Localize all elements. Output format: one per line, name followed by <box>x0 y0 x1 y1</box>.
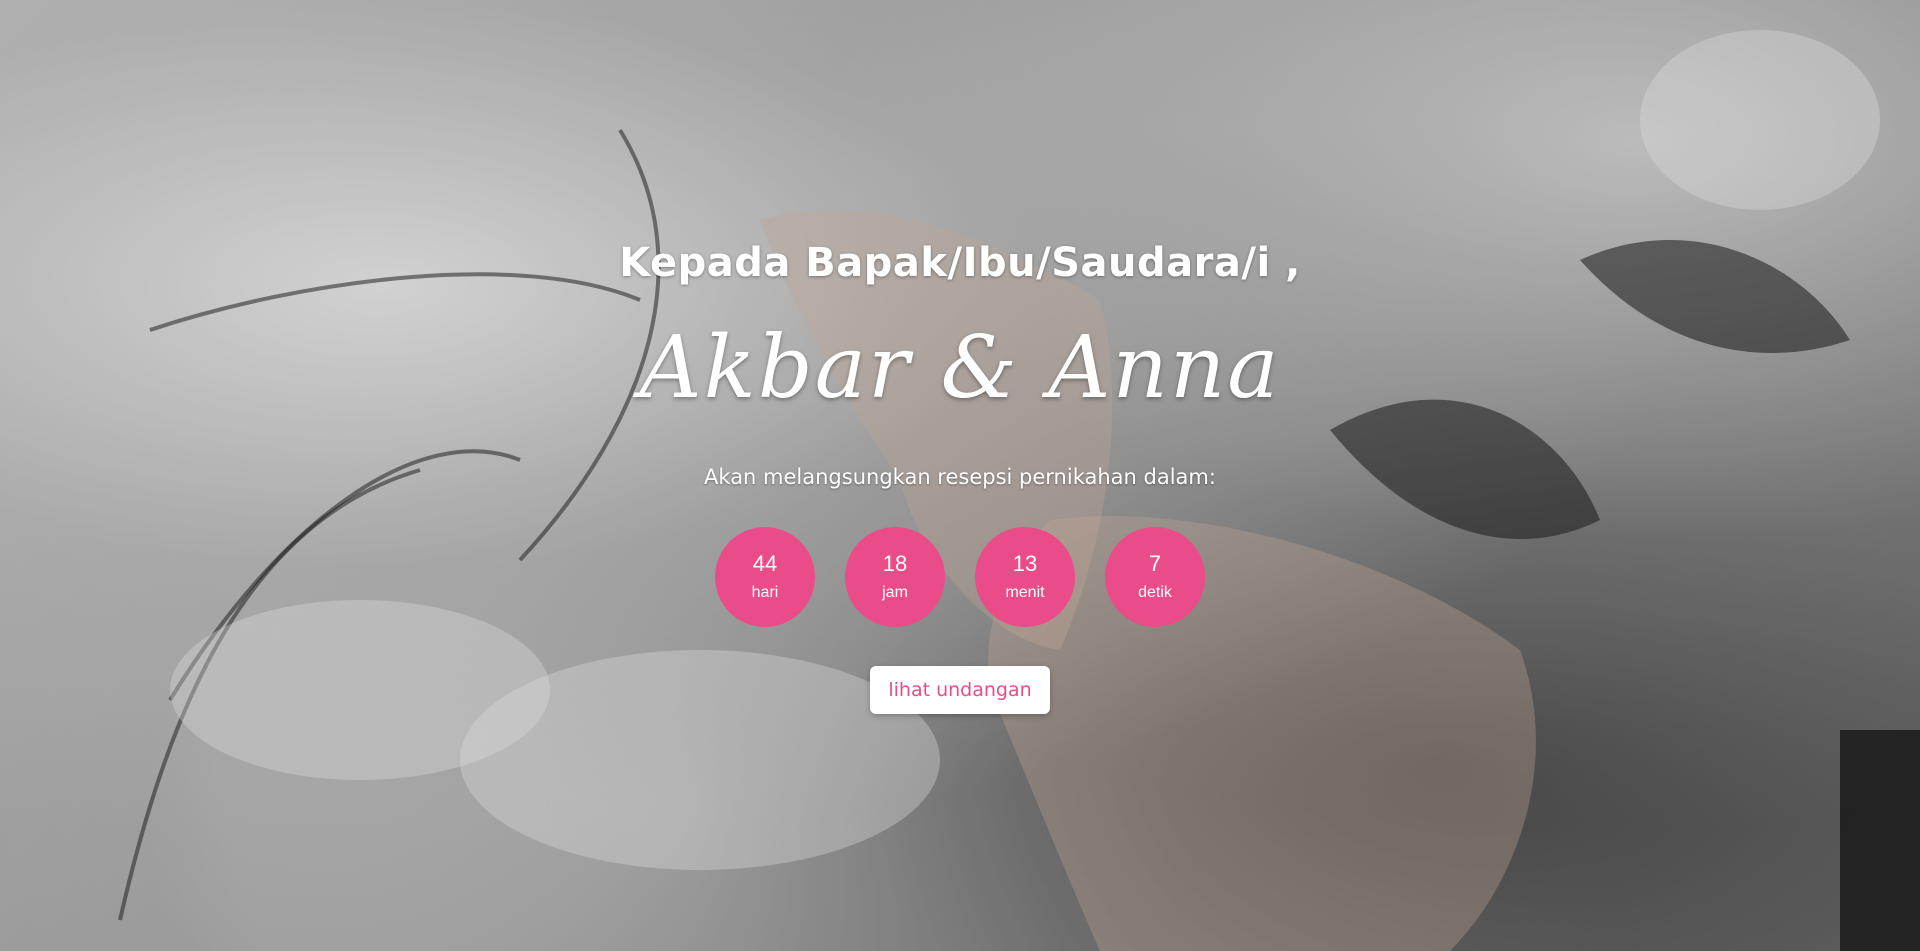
hero-section: Kepada Bapak/Ibu/Saudara/i , Akbar & Ann… <box>0 0 1920 951</box>
countdown-minutes: 13 menit <box>975 527 1075 627</box>
countdown-hours: 18 jam <box>845 527 945 627</box>
countdown-hours-unit: jam <box>882 584 908 601</box>
countdown-seconds-value: 7 <box>1148 551 1162 576</box>
view-invitation-button[interactable]: lihat undangan <box>870 666 1050 714</box>
event-subtitle: Akan melangsungkan resepsi pernikahan da… <box>704 465 1216 489</box>
couple-names: Akbar & Anna <box>639 318 1281 418</box>
hero-content: Kepada Bapak/Ibu/Saudara/i , Akbar & Ann… <box>0 0 1920 951</box>
countdown-seconds: 7 detik <box>1105 527 1205 627</box>
countdown-timer: 44 hari 18 jam 13 menit 7 detik <box>715 527 1205 627</box>
countdown-days-value: 44 <box>752 551 778 576</box>
countdown-days: 44 hari <box>715 527 815 627</box>
countdown-seconds-unit: detik <box>1138 584 1172 601</box>
countdown-minutes-unit: menit <box>1005 584 1045 601</box>
greeting-text: Kepada Bapak/Ibu/Saudara/i , <box>619 240 1301 286</box>
countdown-minutes-value: 13 <box>1012 551 1038 576</box>
countdown-hours-value: 18 <box>882 551 908 576</box>
countdown-days-unit: hari <box>751 584 779 601</box>
